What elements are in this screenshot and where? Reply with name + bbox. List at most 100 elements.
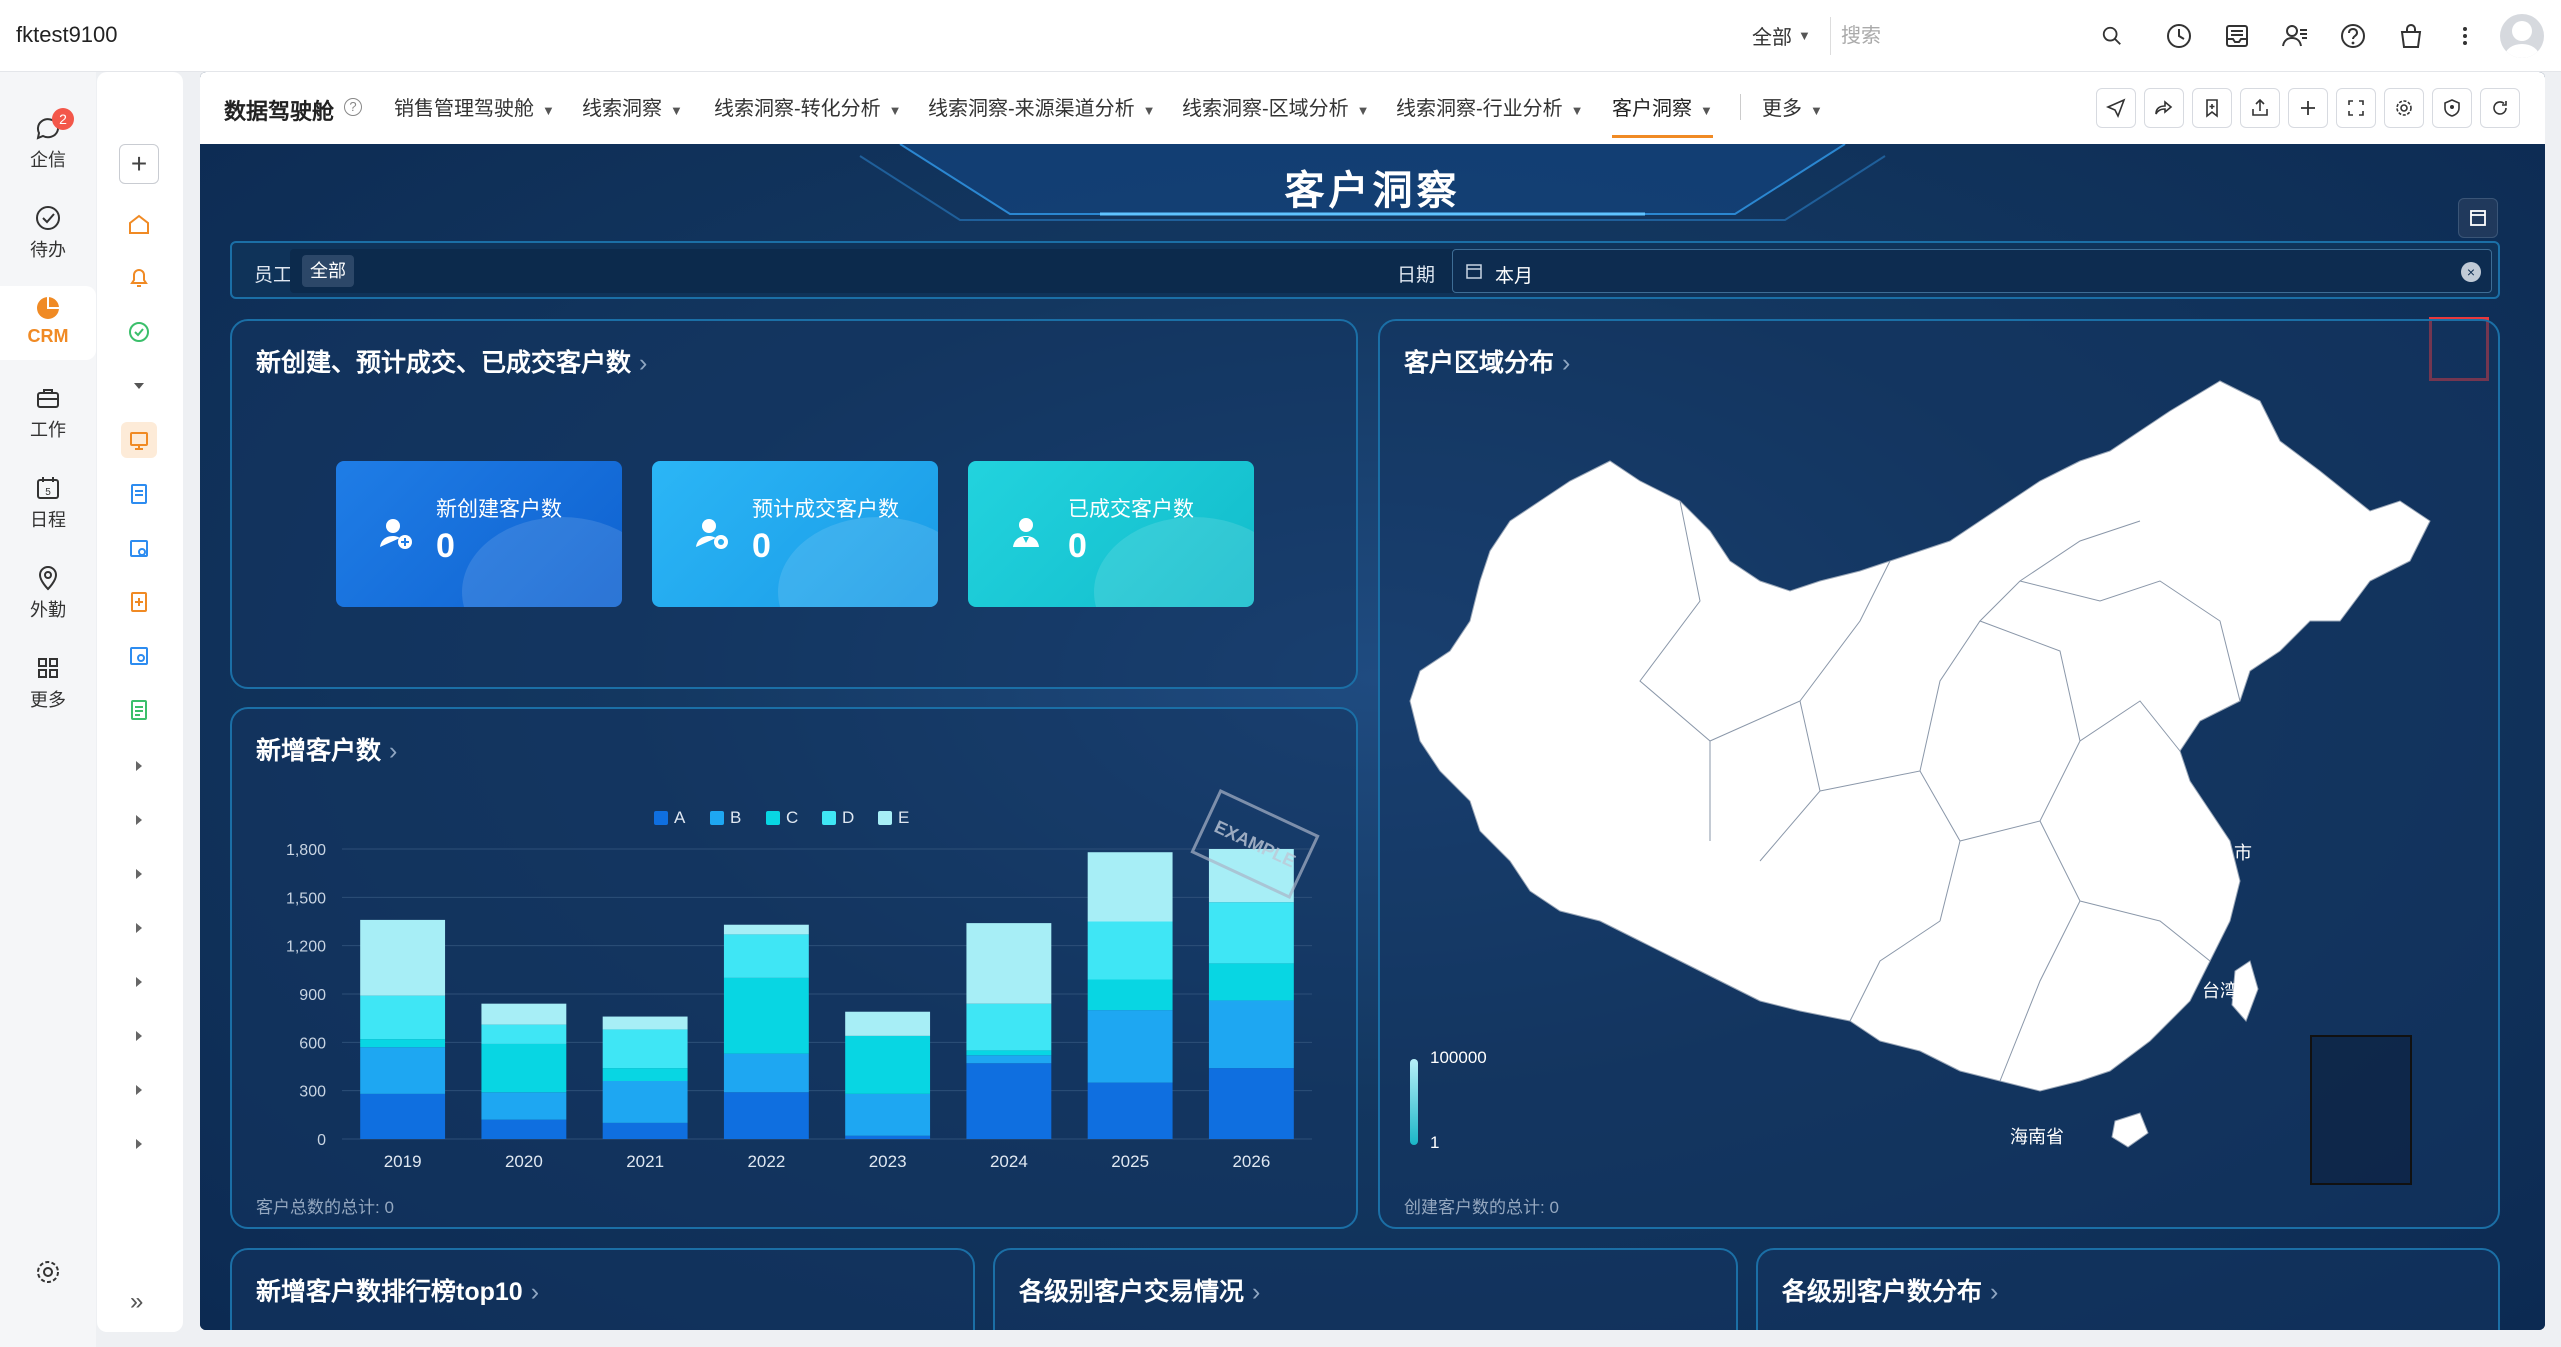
employee-filter-value[interactable]: 全部	[302, 255, 354, 287]
caret-right-icon[interactable]	[121, 748, 157, 784]
bar-segment	[360, 995, 446, 1040]
kpi-card-expected[interactable]: 预计成交客户数 0	[652, 461, 938, 607]
refresh-button[interactable]	[2480, 88, 2520, 128]
panel-title[interactable]: 新增客户数排行榜top10 ›	[256, 1272, 539, 1308]
bar-segment	[602, 1029, 688, 1069]
list-doc-icon[interactable]	[121, 692, 157, 728]
home-icon[interactable]	[121, 206, 157, 242]
legend-swatch	[654, 811, 668, 825]
more-vertical-icon[interactable]	[2448, 19, 2482, 53]
inbox-icon[interactable]	[2220, 19, 2254, 53]
rail-item-messages[interactable]: 2 企信	[0, 106, 96, 186]
tab-more[interactable]: 更多 ▼	[1762, 92, 1823, 121]
caret-right-icon[interactable]	[121, 964, 157, 1000]
bar-segment	[602, 1122, 688, 1139]
kpi-label: 新创建客户数	[436, 498, 562, 521]
tab-lead-conversion[interactable]: 线索洞察-转化分析 ▼	[714, 92, 902, 121]
bell-icon[interactable]	[121, 260, 157, 296]
tab-customer-insight[interactable]: 客户洞察 ▼	[1612, 92, 1713, 138]
panel-title[interactable]: 各级别客户数分布 ›	[1782, 1272, 1998, 1308]
task-check-icon[interactable]	[121, 314, 157, 350]
store-icon[interactable]	[2394, 19, 2428, 53]
search-input[interactable]	[1841, 24, 2081, 48]
rail-label: 外勤	[30, 600, 66, 620]
calendar-check-icon[interactable]	[121, 530, 157, 566]
tab-lead-industry[interactable]: 线索洞察-行业分析 ▼	[1396, 92, 1584, 121]
chevron-right-icon: ›	[389, 737, 398, 765]
add-widget-button[interactable]	[2288, 88, 2328, 128]
y-tick-label: 0	[317, 1132, 326, 1149]
briefcase-icon	[37, 389, 59, 408]
upload-icon	[2252, 98, 2268, 116]
search-icon[interactable]	[2101, 25, 2123, 52]
caret-right-icon[interactable]	[121, 1126, 157, 1162]
rail-item-field[interactable]: 外勤	[0, 556, 96, 636]
panel-title-text: 新增客户数	[256, 737, 382, 765]
caret-down-icon[interactable]	[121, 368, 157, 404]
rail-item-todo[interactable]: 待办	[0, 196, 96, 276]
map-label-taiwan: 台湾省	[2202, 981, 2256, 1001]
avatar[interactable]	[2500, 14, 2544, 58]
date-filter[interactable]: 本月 ×	[1452, 249, 2492, 293]
bar-segment	[360, 1093, 446, 1139]
share-button[interactable]	[2144, 88, 2184, 128]
rail-item-work[interactable]: 工作	[0, 376, 96, 456]
rail-item-calendar[interactable]: 5 日程	[0, 466, 96, 546]
bar-segment	[602, 1081, 688, 1123]
tab-lead-insight[interactable]: 线索洞察 ▼	[582, 92, 683, 121]
caret-right-icon[interactable]	[121, 802, 157, 838]
shield-icon	[2444, 99, 2460, 117]
report-icon[interactable]	[121, 638, 157, 674]
caret-right-icon[interactable]	[121, 1072, 157, 1108]
global-search[interactable]	[1830, 17, 2130, 55]
bookmark-button[interactable]	[2192, 88, 2232, 128]
rail-item-crm[interactable]: CRM	[0, 286, 96, 360]
fullscreen-button[interactable]	[2336, 88, 2376, 128]
export-button[interactable]	[2240, 88, 2280, 128]
rail-item-more[interactable]: 更多	[0, 646, 96, 726]
caret-right-icon[interactable]	[121, 856, 157, 892]
color-legend-bar[interactable]	[1410, 1059, 1418, 1145]
bar-segment	[1087, 1082, 1173, 1139]
kpi-card-new[interactable]: 新创建客户数 0	[336, 461, 622, 607]
employee-filter[interactable]	[290, 249, 1580, 293]
help-icon[interactable]	[2336, 19, 2370, 53]
panel-title[interactable]: 各级别客户交易情况 ›	[1019, 1272, 1260, 1308]
add-doc-icon[interactable]	[121, 584, 157, 620]
fullscreen-icon	[2348, 100, 2364, 116]
panel-title[interactable]: 新创建、预计成交、已成交客户数 ›	[256, 343, 647, 379]
permission-button[interactable]	[2432, 88, 2472, 128]
legend-label: A	[674, 808, 686, 827]
filter-bar: 员工 全部 日期 本月 ×	[230, 241, 2500, 299]
settings-button[interactable]	[2384, 88, 2424, 128]
tab-sales-cockpit[interactable]: 销售管理驾驶舱 ▼	[394, 92, 555, 121]
gear-icon	[37, 1261, 59, 1283]
clear-icon[interactable]: ×	[2461, 262, 2481, 282]
stacked-bar-chart: 0 300 600 900 1,200 1,500 1,800 A B C D E 2019 2020 20…	[286, 808, 1312, 1171]
account-name[interactable]: fktest9100	[16, 22, 118, 48]
maximize-button[interactable]	[2458, 198, 2498, 238]
user-add-icon	[380, 519, 412, 549]
tab-label: 线索洞察-转化分析	[714, 98, 881, 120]
dashboard-icon[interactable]	[121, 422, 157, 458]
send-button[interactable]	[2096, 88, 2136, 128]
search-scope-dropdown[interactable]: 全部 ▼	[1752, 21, 1811, 50]
tab-lead-region[interactable]: 线索洞察-区域分析 ▼	[1182, 92, 1370, 121]
caret-down-icon: ▼	[1700, 103, 1713, 118]
x-tick-label: 2023	[869, 1152, 907, 1171]
help-icon[interactable]: ?	[344, 98, 362, 116]
send-icon	[2105, 98, 2126, 118]
settings-button[interactable]	[0, 1250, 96, 1300]
add-button[interactable]: +	[119, 144, 159, 184]
kpi-card-closed[interactable]: 已成交客户数 0	[968, 461, 1254, 607]
tab-lead-source[interactable]: 线索洞察-来源渠道分析 ▼	[928, 92, 1156, 121]
contacts-icon[interactable]	[2278, 19, 2312, 53]
sheet-icon[interactable]	[121, 476, 157, 512]
caret-right-icon[interactable]	[121, 1018, 157, 1054]
caret-right-icon[interactable]	[121, 910, 157, 946]
history-icon[interactable]	[2162, 19, 2196, 53]
collapse-sidebar-icon[interactable]: »	[130, 1288, 143, 1316]
map-label-sar: 别行政区	[2072, 1007, 2144, 1027]
panel-title-text: 新创建、预计成交、已成交客户数	[256, 349, 632, 377]
panel-title[interactable]: 新增客户数 ›	[256, 731, 397, 767]
